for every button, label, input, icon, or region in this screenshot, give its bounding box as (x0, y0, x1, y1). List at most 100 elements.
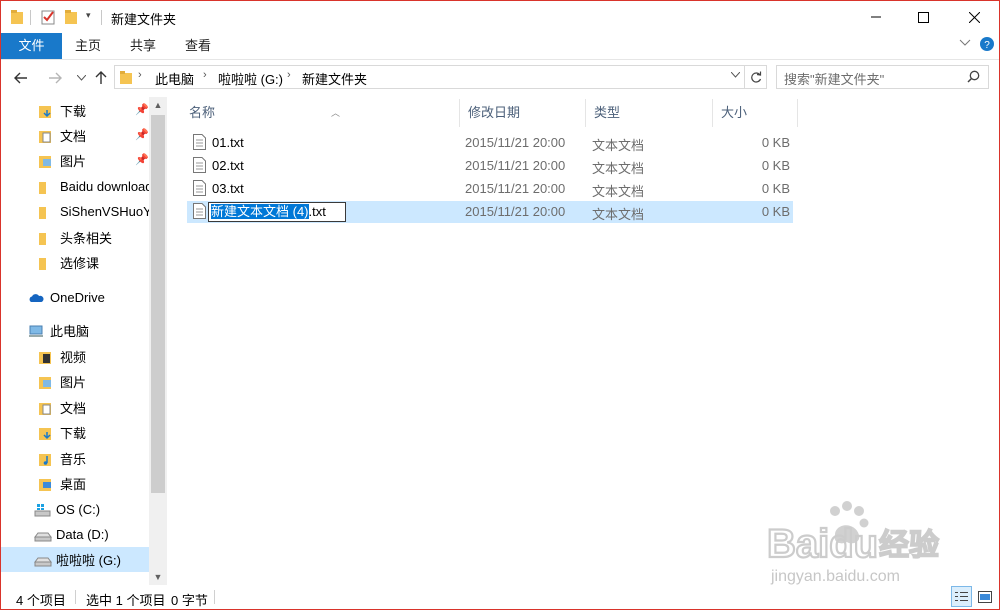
nav-item-pc-pictures[interactable]: 图片 (1, 369, 149, 394)
nav-item-drive-d[interactable]: Data (D:) (1, 522, 149, 547)
expand-ribbon-icon[interactable] (959, 36, 971, 51)
file-type: 文本文档 (592, 138, 645, 153)
forward-button[interactable] (45, 68, 65, 88)
rename-input[interactable]: 新建文本文档 (4).txt (208, 202, 346, 222)
nav-item-pc-documents[interactable]: 文档 (1, 395, 149, 420)
music-folder-icon (38, 451, 54, 467)
column-header-date[interactable]: 修改日期 (460, 99, 586, 127)
chevron-right-icon[interactable]: › (287, 69, 291, 81)
file-size: 0 KB (761, 158, 790, 173)
documents-folder-icon (38, 400, 54, 416)
back-button[interactable] (11, 68, 31, 88)
column-header-type[interactable]: 类型 (586, 99, 713, 127)
details-view-button[interactable] (951, 586, 972, 607)
nav-item-drive-g[interactable]: 啦啦啦 (G:) (1, 547, 149, 572)
pin-icon[interactable]: 📌 (135, 128, 149, 141)
file-row-selected[interactable]: 新建文本文档 (4).txt 2015/11/21 20:00 文本文档 0 K… (187, 201, 793, 223)
file-date: 2015/11/21 20:00 (465, 135, 566, 150)
nav-item-this-pc[interactable]: 此电脑 (1, 318, 149, 343)
nav-scrollbar[interactable]: ▲ ▼ (149, 97, 167, 585)
file-name: 03.txt (212, 181, 244, 196)
crumb-current-folder[interactable]: 新建文件夹 (302, 69, 367, 88)
scroll-down-icon[interactable]: ▼ (149, 569, 167, 585)
text-file-icon (193, 157, 206, 176)
back-arrow-icon (14, 72, 27, 84)
file-type: 文本文档 (592, 161, 645, 176)
details-view-icon (955, 591, 968, 601)
scrollbar-thumb[interactable] (151, 115, 165, 493)
nav-item-music[interactable]: 音乐 (1, 446, 149, 471)
refresh-button[interactable] (744, 66, 766, 88)
file-row[interactable]: 03.txt 2015/11/21 20:00 文本文档 0 KB (187, 178, 793, 200)
svg-text:?: ? (984, 40, 990, 51)
maximize-button[interactable] (900, 1, 946, 33)
refresh-icon (750, 71, 761, 83)
nav-item-baidu-download[interactable]: Baidu download (1, 174, 149, 199)
file-row[interactable]: 01.txt 2015/11/21 20:00 文本文档 0 KB (187, 132, 793, 154)
drive-icon (34, 552, 52, 568)
up-button[interactable] (91, 68, 111, 88)
text-file-icon (193, 180, 206, 199)
properties-icon[interactable] (40, 9, 56, 28)
file-row[interactable]: 02.txt 2015/11/21 20:00 文本文档 0 KB (187, 155, 793, 177)
file-date: 2015/11/21 20:00 (465, 158, 566, 173)
help-icon[interactable]: ? (979, 36, 995, 55)
text-file-icon (193, 203, 206, 222)
file-size: 0 KB (761, 135, 790, 150)
status-bytes: 0 字节 (171, 593, 208, 608)
chevron-right-icon[interactable]: › (203, 69, 207, 81)
search-icon[interactable] (967, 70, 980, 86)
documents-folder-icon (38, 128, 54, 144)
minimize-button[interactable] (853, 1, 899, 33)
recent-locations-button[interactable] (71, 68, 91, 88)
tab-view[interactable]: 查看 (172, 33, 224, 59)
new-folder-icon[interactable] (64, 9, 78, 28)
text-file-icon (193, 134, 206, 153)
folder-icon (120, 70, 132, 87)
crumb-this-pc[interactable]: 此电脑 (155, 69, 194, 88)
pin-icon[interactable]: 📌 (135, 153, 149, 166)
search-placeholder: 搜索"新建文件夹" (784, 72, 885, 87)
nav-item-drive-c[interactable]: OS (C:) (1, 497, 149, 522)
rename-extension: .txt (308, 204, 326, 219)
column-header-name[interactable]: 名称 ︿ (181, 99, 460, 127)
crumb-drive-g[interactable]: 啦啦啦 (G:) (218, 69, 283, 88)
tab-share[interactable]: 共享 (117, 33, 169, 59)
status-item-count: 4 个项目 (16, 593, 66, 608)
large-icons-view-button[interactable] (974, 586, 995, 607)
nav-item-sishen[interactable]: SiShenVSHuoYing (1, 199, 149, 224)
customize-toolbar-icon[interactable]: ▾ (86, 10, 91, 21)
file-date: 2015/11/21 20:00 (465, 204, 566, 219)
title-bar: ▾ 新建文件夹 (1, 1, 999, 33)
column-header-size[interactable]: 大小 (713, 99, 798, 127)
nav-item-downloads[interactable]: 下载 (1, 98, 149, 123)
nav-item-onedrive[interactable]: OneDrive (1, 285, 149, 310)
nav-item-videos[interactable]: 视频 (1, 344, 149, 369)
explorer-window: ▾ 新建文件夹 文件 主页 共享 查看 ? › 此电脑 › 啦啦啦 (G:) ›… (0, 0, 1000, 610)
download-folder-icon (38, 425, 54, 441)
drive-icon (34, 527, 52, 543)
scroll-up-icon[interactable]: ▲ (149, 97, 167, 113)
address-bar[interactable]: › 此电脑 › 啦啦啦 (G:) › 新建文件夹 (114, 65, 767, 89)
address-dropdown-icon[interactable] (730, 70, 741, 81)
pin-icon[interactable]: 📌 (135, 103, 149, 116)
chevron-right-icon[interactable]: › (138, 69, 142, 81)
search-input[interactable]: 搜索"新建文件夹" (776, 65, 989, 89)
tab-file[interactable]: 文件 (1, 33, 62, 59)
close-button[interactable] (951, 1, 997, 33)
navigation-pane: 下载 📌 文档 📌 图片 📌 Baidu download SiShenVSHu… (1, 97, 167, 585)
address-row: › 此电脑 › 啦啦啦 (G:) › 新建文件夹 搜索"新建文件夹" (1, 61, 999, 97)
tab-home[interactable]: 主页 (62, 33, 114, 59)
nav-item-desktop[interactable]: 桌面 (1, 471, 149, 496)
nav-item-documents[interactable]: 文档 (1, 123, 149, 148)
nav-item-pc-downloads[interactable]: 下载 (1, 420, 149, 445)
nav-item-xuanxiuke[interactable]: 选修课 (1, 250, 149, 275)
nav-item-pictures[interactable]: 图片 (1, 148, 149, 173)
rename-selected-text: 新建文本文档 (4) (211, 204, 309, 219)
ribbon-tabs: 文件 主页 共享 查看 ? (1, 33, 999, 60)
baidu-jingyan-watermark: Baidu 经验 jingyan.baidu.com (763, 495, 948, 587)
folder-icon (10, 9, 24, 28)
file-type: 文本文档 (592, 184, 645, 199)
nav-item-toutiao[interactable]: 头条相关 (1, 225, 149, 250)
close-icon (968, 11, 980, 23)
